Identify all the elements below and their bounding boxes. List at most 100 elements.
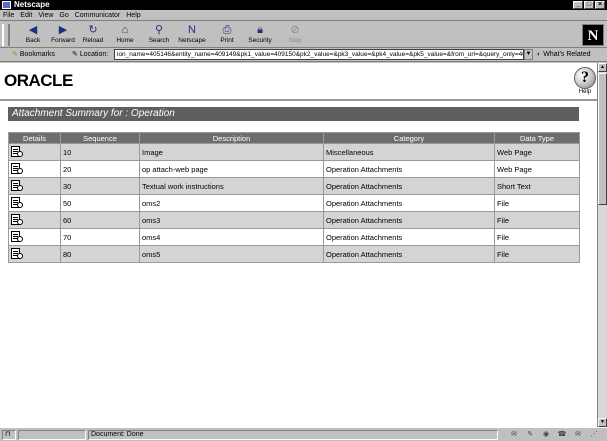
- print-icon: ⎙: [222, 24, 232, 36]
- stop-icon: ⊘: [290, 24, 300, 36]
- toolbar-button-label: Security: [248, 37, 272, 44]
- table-row: 20 op attach-web page Operation Attachment…: [8, 160, 580, 178]
- view-details-icon[interactable]: [11, 247, 24, 261]
- toolbar-button-stop[interactable]: ⊘ Stop: [278, 24, 312, 47]
- toolbar-button-label: Search: [148, 37, 170, 44]
- menu-file[interactable]: File: [3, 10, 14, 21]
- status-icon-1[interactable]: ✉: [508, 430, 520, 440]
- status-icon-6[interactable]: ⋰: [588, 430, 600, 440]
- status-icon-5[interactable]: ✉: [572, 430, 584, 440]
- description-cell: oms3: [139, 211, 324, 229]
- close-button[interactable]: ×: [595, 1, 605, 9]
- toolbar-button-home[interactable]: ⌂ Home: [108, 24, 142, 47]
- window-title: Netscape: [14, 0, 50, 9]
- table-row: 80 oms5 Operation Attachments File: [8, 245, 580, 263]
- menu-go[interactable]: Go: [59, 10, 68, 21]
- menu-communicator[interactable]: Communicator: [75, 10, 121, 21]
- category-cell: Operation Attachments: [323, 228, 495, 246]
- table-row: 60 oms3 Operation Attachments File: [8, 211, 580, 229]
- description-cell: oms2: [139, 194, 324, 212]
- progress-bar: [18, 430, 86, 440]
- sequence-cell: 60: [60, 211, 140, 229]
- data-type-cell: File: [494, 194, 580, 212]
- toolbar-button-label: Stop: [288, 37, 302, 44]
- toolbar-button-label: Netscape: [178, 37, 206, 44]
- bookmarks-button[interactable]: ✎ Bookmarks: [12, 49, 55, 61]
- status-icon-4[interactable]: ☎: [556, 430, 568, 440]
- sequence-cell: 20: [60, 160, 140, 178]
- netscape-throbber-icon[interactable]: N: [582, 24, 604, 46]
- menu-edit[interactable]: Edit: [20, 10, 32, 21]
- details-cell: [8, 245, 61, 263]
- view-details-icon[interactable]: [11, 179, 24, 193]
- forward-arrow-icon: ▶: [58, 24, 68, 36]
- home-icon: ⌂: [121, 24, 129, 36]
- section-title: Attachment Summary for : Operation: [8, 107, 579, 120]
- column-header-category: Category: [323, 132, 495, 144]
- page-content: ORACLE ? Help Attachment Summary for : O…: [0, 63, 597, 427]
- location-toolbar: ✎ Bookmarks ✎ Location: ion_name=405146&e…: [0, 48, 607, 62]
- search-icon: ⚲: [154, 24, 164, 36]
- sequence-cell: 50: [60, 194, 140, 212]
- maximize-button[interactable]: □: [584, 1, 594, 9]
- toolbar-button-back[interactable]: ◀ Back: [16, 24, 50, 47]
- scroll-up-button[interactable]: ▲: [598, 63, 607, 72]
- whats-related-label: What's Related: [543, 51, 591, 58]
- toolbar-button-forward[interactable]: ▶ Forward: [46, 24, 80, 47]
- lock-icon: 🔒︎: [257, 24, 263, 36]
- toolbar-button-netscape[interactable]: N Netscape: [175, 24, 209, 47]
- details-cell: [8, 211, 61, 229]
- security-status-icon[interactable]: ⊓: [2, 430, 16, 440]
- url-dropdown-button[interactable]: ▼: [524, 49, 533, 60]
- table-header-row: Details Sequence Description Category Da…: [8, 132, 580, 144]
- menu-help[interactable]: Help: [126, 10, 140, 21]
- category-cell: Operation Attachments: [323, 245, 495, 263]
- bookmark-icon: ✎: [12, 51, 18, 58]
- description-cell: op attach-web page: [139, 160, 324, 178]
- menu-view[interactable]: View: [38, 10, 53, 21]
- minimize-button[interactable]: _: [573, 1, 583, 9]
- view-details-icon[interactable]: [11, 213, 24, 227]
- toolbar-button-label: Home: [116, 37, 134, 44]
- header-divider: [0, 99, 597, 101]
- window-title-bar[interactable]: Netscape _ □ ×: [0, 0, 607, 10]
- description-cell: oms4: [139, 228, 324, 246]
- status-text: Document: Done: [88, 430, 498, 440]
- view-details-icon[interactable]: [11, 230, 24, 244]
- description-cell: Textual work instructions: [139, 177, 324, 195]
- reload-icon: ↻: [88, 24, 98, 36]
- view-details-icon[interactable]: [11, 145, 24, 159]
- view-details-icon[interactable]: [11, 162, 24, 176]
- data-type-cell: Web Page: [494, 160, 580, 178]
- data-type-cell: Web Page: [494, 143, 580, 161]
- toolbar-button-label: Reload: [82, 37, 104, 44]
- help-button[interactable]: ? Help: [573, 67, 597, 96]
- column-header-description: Description: [139, 132, 324, 144]
- toolbar-grip[interactable]: [2, 24, 10, 46]
- details-cell: [8, 160, 61, 178]
- location-label: ✎ Location:: [72, 51, 109, 58]
- sequence-cell: 10: [60, 143, 140, 161]
- category-cell: Operation Attachments: [323, 160, 495, 178]
- view-details-icon[interactable]: [11, 196, 24, 210]
- category-cell: Operation Attachments: [323, 177, 495, 195]
- details-cell: [8, 177, 61, 195]
- table-row: 70 oms4 Operation Attachments File: [8, 228, 580, 246]
- toolbar-button-security[interactable]: 🔒︎ Security: [243, 24, 277, 47]
- toolbar-button-print[interactable]: ⎙ Print: [210, 24, 244, 47]
- description-cell: Image: [139, 143, 324, 161]
- url-field[interactable]: ion_name=405146&entity_name=409149&pk1_v…: [114, 49, 524, 60]
- toolbar-button-label: Print: [220, 37, 234, 44]
- whats-related-button[interactable]: ◐ What's Related: [537, 49, 590, 61]
- back-arrow-icon: ◀: [28, 24, 38, 36]
- vertical-scrollbar[interactable]: ▲ ▼: [597, 63, 607, 427]
- sequence-cell: 30: [60, 177, 140, 195]
- scroll-thumb[interactable]: [598, 73, 607, 205]
- help-icon: ?: [574, 67, 596, 89]
- scroll-down-button[interactable]: ▼: [598, 418, 607, 427]
- toolbar-button-search[interactable]: ⚲ Search: [142, 24, 176, 47]
- data-type-cell: File: [494, 245, 580, 263]
- toolbar-button-reload[interactable]: ↻ Reload: [76, 24, 110, 47]
- status-icon-2[interactable]: ✎: [524, 430, 536, 440]
- status-icon-3[interactable]: ◉: [540, 430, 552, 440]
